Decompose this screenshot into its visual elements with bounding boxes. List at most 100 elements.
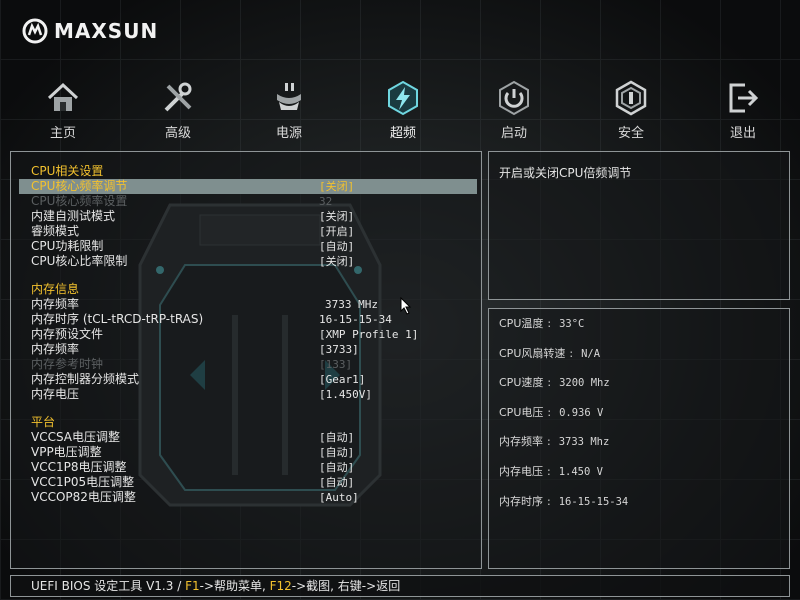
info-value: 16-15-15-34 <box>558 495 629 508</box>
nav-label: 安全 <box>617 126 644 141</box>
setting-memory-gear[interactable]: 内存控制器分频模式 [Gear1] <box>19 372 477 387</box>
setting-vccsa[interactable]: VCCSA电压调整 [自动] <box>19 430 477 445</box>
setting-label: 内存时序 (tCL-tRCD-tRP-tRAS) <box>31 312 204 326</box>
setting-label: CPU核心频率设置 <box>31 194 128 208</box>
power-plug-icon <box>277 83 301 110</box>
section-title: CPU相关设置 <box>31 164 104 178</box>
nav-label: 主页 <box>49 126 76 141</box>
setting-label: 内存频率 <box>31 297 80 311</box>
setting-label: CPU功耗限制 <box>31 239 104 253</box>
setting-cpu-ratio-adjust[interactable]: CPU核心频率调节 [关闭] <box>19 179 477 194</box>
help-text: 开启或关闭CPU倍频调节 <box>499 166 632 180</box>
setting-cpu-ratio: CPU核心频率设置 32 <box>19 194 477 209</box>
info-key: 内存电压 <box>499 464 543 478</box>
setting-vcc1p8[interactable]: VCC1P8电压调整 [自动] <box>19 460 477 475</box>
brand-name: MAXSUN <box>54 19 159 43</box>
setting-label: VCCOP82电压调整 <box>31 490 136 504</box>
setting-value[interactable]: [关闭] <box>319 254 354 269</box>
setting-value[interactable]: [开启] <box>319 224 354 239</box>
setting-memory-voltage[interactable]: 内存电压 [1.450V] <box>19 387 477 402</box>
setting-value: 16-15-15-34 <box>319 313 392 326</box>
info-value: 1.450 V <box>558 465 603 478</box>
section-cpu: CPU相关设置 <box>19 164 477 179</box>
setting-value: [133] <box>319 358 353 371</box>
nav-home[interactable]: 主页 <box>23 80 103 141</box>
nav-exit[interactable]: 退出 <box>703 80 783 141</box>
setting-value[interactable]: [自动] <box>319 475 354 490</box>
setting-vcc1p05[interactable]: VCC1P05电压调整 [自动] <box>19 475 477 490</box>
f12-key: F12 <box>269 579 292 593</box>
setting-value[interactable]: [自动] <box>319 460 354 475</box>
setting-label: VCCSA电压调整 <box>31 430 121 444</box>
shield-icon <box>615 80 647 116</box>
setting-bist[interactable]: 内建自测试模式 [关闭] <box>19 209 477 224</box>
setting-turbo[interactable]: 睿频模式 [开启] <box>19 224 477 239</box>
brand-logo: MAXSUN <box>22 18 158 44</box>
setting-vccop82[interactable]: VCCOP82电压调整 [Auto] <box>19 490 477 505</box>
nav-power[interactable]: 电源 <box>249 80 329 141</box>
mouse-cursor-icon <box>400 297 412 315</box>
setting-label: 内存电压 <box>31 387 80 401</box>
setting-label: VPP电压调整 <box>31 445 102 459</box>
setting-value[interactable]: [Auto] <box>319 490 359 505</box>
nav-overclock[interactable]: 超频 <box>363 80 443 141</box>
setting-vpp[interactable]: VPP电压调整 [自动] <box>19 445 477 460</box>
info-cpu-fan: CPU风扇转速: N/A <box>499 346 601 360</box>
info-value: 3200 Mhz <box>559 377 610 390</box>
section-title: 平台 <box>31 415 56 429</box>
section-title: 内存信息 <box>31 282 80 296</box>
setting-label: 内存参考时钟 <box>31 357 104 371</box>
setting-value[interactable]: [关闭] <box>319 179 354 194</box>
lightning-icon <box>388 80 418 116</box>
setting-value: 32 <box>319 195 333 208</box>
setting-memory-frequency[interactable]: 内存频率 [3733] <box>19 342 477 357</box>
setting-value[interactable]: [自动] <box>319 430 354 445</box>
info-cpu-voltage: CPU电压:0.936 V <box>499 405 604 419</box>
info-cpu-speed: CPU速度:3200 Mhz <box>499 376 610 390</box>
settings-panel: CPU相关设置 CPU核心频率调节 [关闭] CPU核心频率设置 32 内建自测试模… <box>10 151 482 569</box>
home-icon <box>47 82 79 111</box>
setting-value[interactable]: [自动] <box>319 239 354 254</box>
nav-security[interactable]: 安全 <box>591 80 671 141</box>
setting-ratio-limit[interactable]: CPU核心比率限制 [关闭] <box>19 254 477 269</box>
f12-text: ->截图, 右键->返回 <box>291 579 401 593</box>
exit-icon <box>729 83 759 113</box>
setting-value[interactable]: [Gear1] <box>319 372 365 387</box>
nav-boot[interactable]: 启动 <box>474 80 554 141</box>
info-key: CPU电压 <box>499 405 544 419</box>
info-value: 33°C <box>559 318 585 330</box>
power-button-icon <box>499 80 529 116</box>
nav-label: 超频 <box>389 126 416 141</box>
info-value: 0.936 V <box>559 406 604 419</box>
setting-value[interactable]: [关闭] <box>319 209 354 224</box>
setting-label: CPU核心频率调节 <box>31 179 128 193</box>
nav-advanced[interactable]: 高级 <box>138 80 218 141</box>
section-platform: 平台 <box>19 415 477 430</box>
setting-memory-ref-clock: 内存参考时钟 [133] <box>19 357 477 372</box>
setting-memory-profile[interactable]: 内存预设文件 [XMP Profile 1] <box>19 327 477 342</box>
nav-label: 退出 <box>729 126 756 141</box>
setting-label: 睿频模式 <box>31 224 80 238</box>
info-memory-voltage: 内存电压:1.450 V <box>499 464 603 478</box>
setting-value[interactable]: [1.450V] <box>319 387 372 402</box>
setting-label: 内建自测试模式 <box>31 209 116 223</box>
tools-icon <box>164 82 192 112</box>
info-key: CPU温度 <box>499 317 544 330</box>
setting-value[interactable]: [自动] <box>319 445 354 460</box>
help-panel: 开启或关闭CPU倍频调节 <box>488 151 790 300</box>
system-info-panel: CPU温度:33°C CPU风扇转速: N/A CPU速度:3200 Mhz CP… <box>488 308 790 569</box>
section-memory: 内存信息 <box>19 282 477 297</box>
setting-label: 内存频率 <box>31 342 80 356</box>
nav-label: 高级 <box>164 126 191 141</box>
status-bar: UEFI BIOS 设定工具 V1.3 / F1->帮助菜单, F12->截图,… <box>10 575 790 597</box>
nav-label: 电源 <box>275 126 302 141</box>
footer-prefix: UEFI BIOS 设定工具 V1.3 / <box>31 579 186 593</box>
info-value: N/A <box>581 347 601 360</box>
setting-power-limit[interactable]: CPU功耗限制 [自动] <box>19 239 477 254</box>
f1-text: ->帮助菜单, <box>199 579 270 593</box>
setting-value[interactable]: [3733] <box>319 342 359 357</box>
system-info-list: CPU温度:33°C CPU风扇转速: N/A CPU速度:3200 Mhz CP… <box>489 309 789 516</box>
setting-label: VCC1P05电压调整 <box>31 475 135 489</box>
top-navigation: 主页 高级 电源 超频 启动 安全 退出 <box>0 80 800 144</box>
setting-value[interactable]: [XMP Profile 1] <box>319 327 418 342</box>
